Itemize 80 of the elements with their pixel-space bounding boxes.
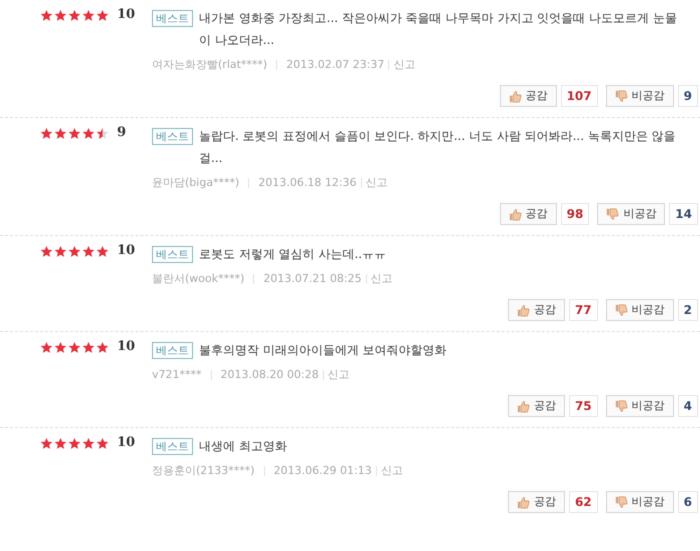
author-name: 여자는화장빨(rlat****) — [152, 57, 268, 73]
dislike-button[interactable]: 비공감 — [606, 491, 674, 513]
author-name: 정용훈이(2133****) — [152, 463, 255, 479]
star-icon — [96, 437, 109, 450]
review-date: 2013.07.21 08:25 — [263, 271, 362, 287]
like-button[interactable]: 공감 — [500, 203, 557, 225]
star-icon — [40, 437, 53, 450]
star-icon — [54, 437, 67, 450]
dislike-button[interactable]: 비공감 — [606, 85, 674, 107]
like-button[interactable]: 공감 — [508, 395, 565, 417]
review-text: 불후의명작 미래의아이들에게 보여줘야할영화 — [199, 342, 447, 359]
star-icon — [54, 127, 67, 140]
rating-score: 10 — [117, 243, 136, 259]
star-icon — [82, 341, 95, 354]
star-icon — [68, 127, 81, 140]
best-badge: 베스트 — [152, 438, 193, 455]
dislike-count: 2 — [678, 299, 698, 321]
star-icon — [96, 245, 109, 258]
star-icon — [54, 9, 67, 22]
star-icon — [54, 245, 67, 258]
thumbs-up-icon — [516, 496, 530, 508]
thumbs-up-icon — [516, 400, 530, 412]
rating-score: 10 — [117, 435, 136, 451]
best-badge: 베스트 — [152, 342, 193, 359]
thumbs-up-icon — [508, 208, 522, 220]
star-icon — [40, 127, 53, 140]
star-icon — [82, 437, 95, 450]
star-icon — [68, 341, 81, 354]
star-icon — [40, 341, 53, 354]
review-text: 놀랍다. 로봇의 표정에서 슬픔이 보인다. 하지만... 너도 사람 되어봐라... 녹록지만은 않을걸... — [199, 128, 677, 167]
like-button[interactable]: 공감 — [500, 85, 557, 107]
dislike-button[interactable]: 비공감 — [597, 203, 666, 225]
author-name: 윤마담(biga****) — [152, 175, 240, 191]
like-count: 107 — [560, 85, 598, 107]
best-badge: 베스트 — [152, 246, 193, 263]
star-icon — [82, 245, 95, 258]
review-date: 2013.08.20 00:28 — [220, 367, 319, 383]
author-name: v721**** — [152, 367, 202, 383]
author-name: 불란서(wook****) — [152, 271, 244, 287]
like-button[interactable]: 공감 — [508, 299, 565, 321]
star-icon — [82, 9, 95, 22]
review-text: 내생에 최고영화 — [199, 438, 287, 455]
review-date: 2013.06.29 01:13 — [274, 463, 372, 479]
like-count: 77 — [568, 299, 598, 321]
thumbs-down-icon — [606, 208, 620, 220]
review-date: 2013.06.18 12:36 — [258, 175, 357, 191]
star-icon — [54, 341, 67, 354]
thumbs-down-icon — [614, 90, 628, 102]
star-icon — [68, 245, 81, 258]
review-text: 로봇도 저렇게 열심히 사는데..ㅠㅠ — [199, 246, 386, 263]
star-icon — [68, 9, 81, 22]
best-badge: 베스트 — [152, 10, 193, 27]
dislike-count: 9 — [678, 85, 698, 107]
rating-score: 10 — [117, 339, 136, 355]
star-icon — [40, 9, 53, 22]
rating-score: 9 — [117, 125, 126, 141]
dislike-count: 14 — [669, 203, 698, 225]
thumbs-up-icon — [508, 90, 522, 102]
review-date: 2013.02.07 23:37 — [286, 57, 384, 73]
star-icon — [40, 245, 53, 258]
star-icon — [82, 127, 95, 140]
thumbs-up-icon — [516, 304, 530, 316]
dislike-count: 6 — [678, 491, 698, 513]
dislike-button[interactable]: 비공감 — [606, 395, 674, 417]
dislike-count: 4 — [678, 395, 698, 417]
review-text: 내가본 영화중 가장최고... 작은아씨가 죽을때 나무목마 가지고 잇엇을때 나도모르게 눈물이 나오더라... — [199, 10, 678, 49]
star-icon — [68, 437, 81, 450]
dislike-button[interactable]: 비공감 — [606, 299, 674, 321]
like-count: 75 — [568, 395, 598, 417]
rating-score: 10 — [117, 7, 136, 23]
star-icon — [96, 9, 109, 22]
like-button[interactable]: 공감 — [508, 491, 565, 513]
like-count: 62 — [568, 491, 598, 513]
thumbs-down-icon — [614, 304, 628, 316]
thumbs-down-icon — [614, 400, 628, 412]
thumbs-down-icon — [614, 496, 628, 508]
best-badge: 베스트 — [152, 128, 193, 145]
star-icon — [96, 127, 109, 140]
like-count: 98 — [560, 203, 590, 225]
star-icon — [96, 341, 109, 354]
